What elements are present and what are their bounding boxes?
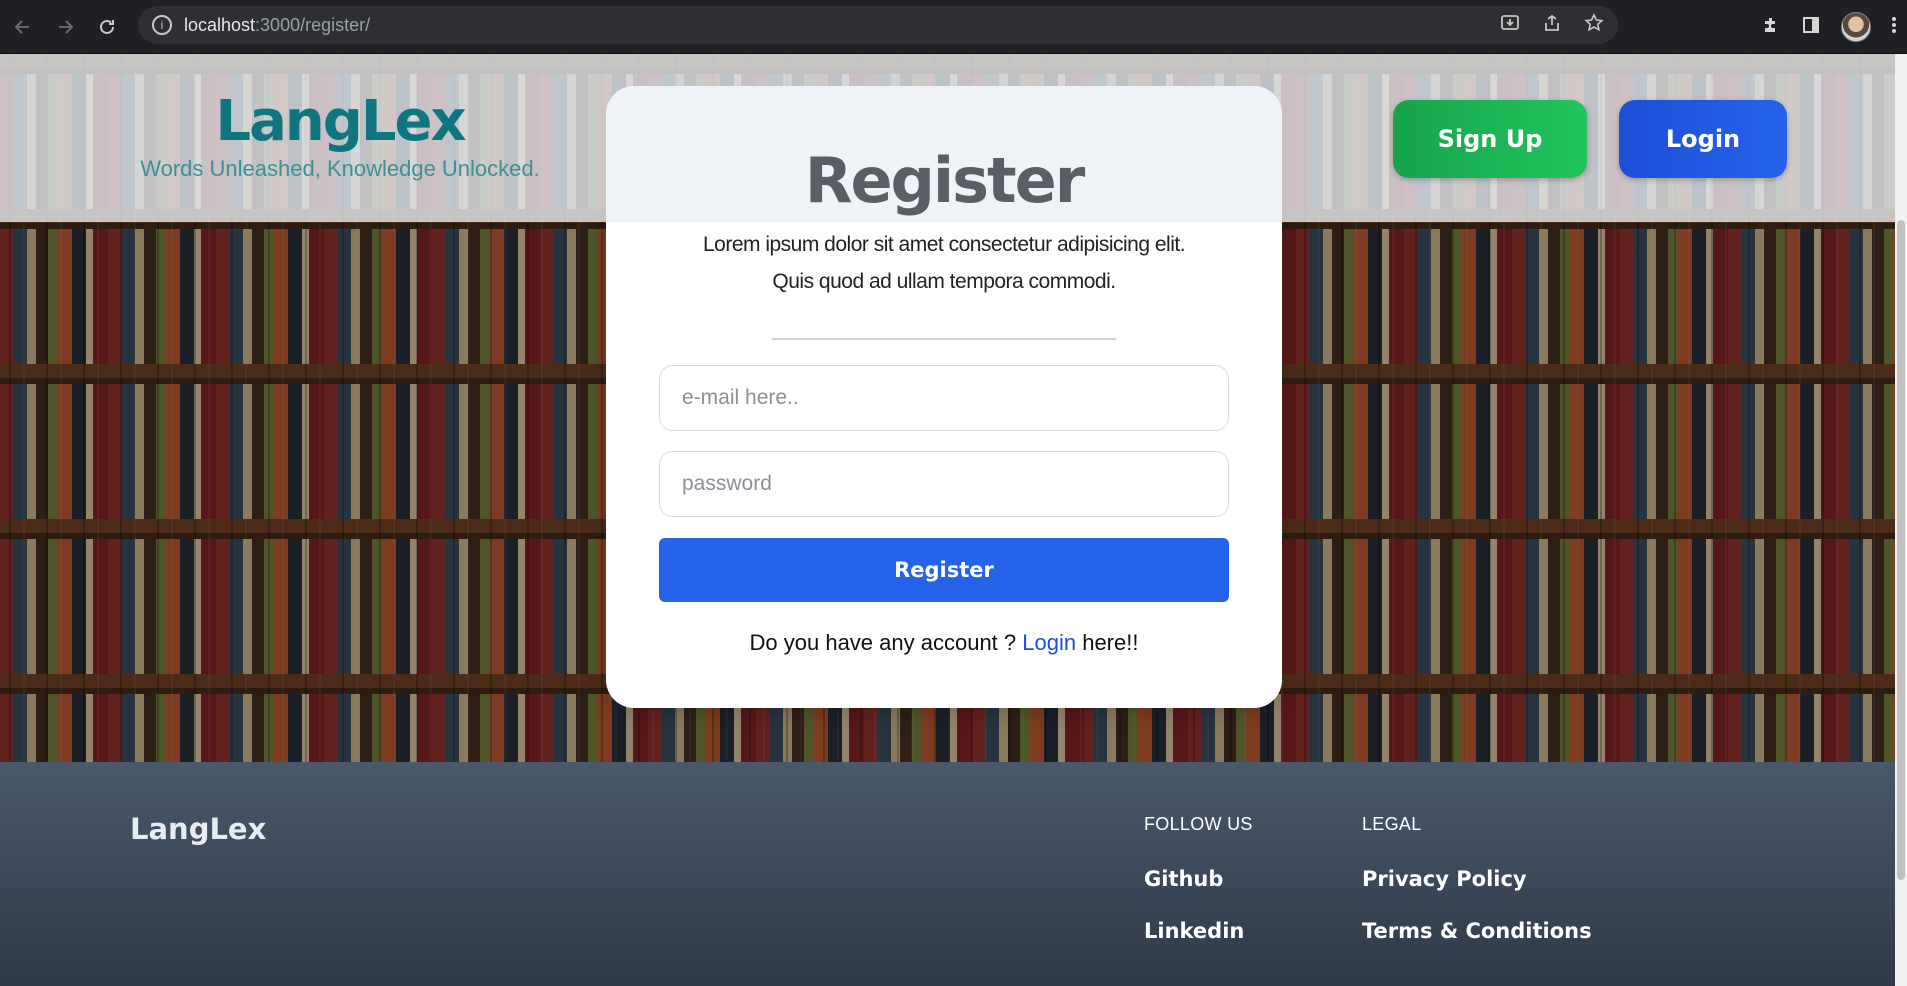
share-icon[interactable] xyxy=(1542,13,1562,38)
back-icon[interactable] xyxy=(8,12,38,42)
account-prompt-prefix: Do you have any account ? xyxy=(749,630,1023,655)
register-description: Lorem ipsum dolor sit amet consectetur a… xyxy=(702,233,1186,293)
footer-follow-column: FOLLOW US Github Linkedin xyxy=(1144,814,1253,971)
footer-brand: LangLex xyxy=(130,812,267,846)
brand-tagline: Words Unleashed, Knowledge Unlocked. xyxy=(140,156,540,181)
password-field[interactable] xyxy=(659,451,1229,517)
forward-icon[interactable] xyxy=(50,12,80,42)
footer-legal-column: LEGAL Privacy Policy Terms & Conditions xyxy=(1362,814,1592,971)
brand-logo[interactable]: LangLex xyxy=(140,90,540,154)
brand-block: LangLex Words Unleashed, Knowledge Unloc… xyxy=(140,90,540,182)
profile-avatar[interactable] xyxy=(1841,12,1871,42)
divider xyxy=(772,338,1116,340)
account-prompt: Do you have any account ? Login here!! xyxy=(606,630,1282,656)
register-title: Register xyxy=(804,144,1086,217)
footer-follow-heading: FOLLOW US xyxy=(1144,814,1253,834)
footer-link-linkedin[interactable]: Linkedin xyxy=(1144,919,1253,943)
menu-kebab-icon[interactable] xyxy=(1891,15,1897,40)
site-info-icon[interactable]: i xyxy=(152,15,172,35)
signup-button[interactable]: Sign Up xyxy=(1393,100,1587,178)
bookmark-star-icon[interactable] xyxy=(1584,12,1604,38)
address-bar[interactable]: i localhost:3000/register/ xyxy=(138,6,1618,44)
footer-link-terms[interactable]: Terms & Conditions xyxy=(1362,919,1592,943)
install-icon[interactable] xyxy=(1500,13,1520,38)
register-submit-button[interactable]: Register xyxy=(659,538,1229,602)
url-host: localhost xyxy=(184,14,256,35)
footer-legal-heading: LEGAL xyxy=(1362,814,1422,834)
side-panel-icon[interactable] xyxy=(1801,15,1821,40)
extensions-icon[interactable] xyxy=(1761,15,1781,40)
site-footer: LangLex FOLLOW US Github Linkedin LEGAL … xyxy=(0,762,1895,986)
page-scrollbar[interactable] xyxy=(1895,54,1907,986)
browser-toolbar: i localhost:3000/register/ xyxy=(0,0,1907,54)
reload-icon[interactable] xyxy=(92,12,122,42)
email-field[interactable] xyxy=(659,365,1229,431)
footer-link-github[interactable]: Github xyxy=(1144,867,1253,891)
footer-link-privacy[interactable]: Privacy Policy xyxy=(1362,867,1592,891)
scrollbar-thumb[interactable] xyxy=(1897,220,1905,880)
login-link[interactable]: Login xyxy=(1022,630,1076,655)
url-path: :3000/register/ xyxy=(255,14,371,35)
login-button[interactable]: Login xyxy=(1619,100,1787,178)
account-prompt-suffix: here!! xyxy=(1076,630,1139,655)
page-viewport: LangLex Words Unleashed, Knowledge Unloc… xyxy=(0,54,1895,986)
